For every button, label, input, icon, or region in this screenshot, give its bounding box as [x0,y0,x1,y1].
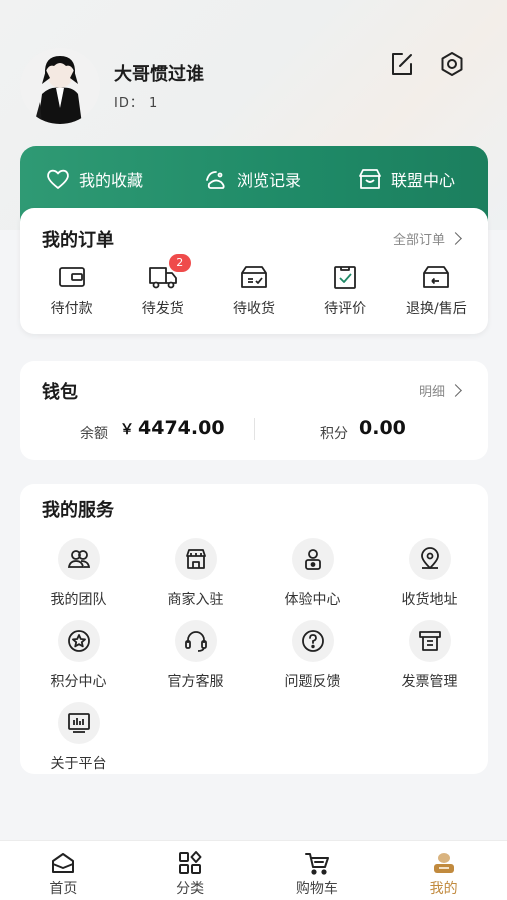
order-pending-shipment[interactable]: 2 待发货 [123,254,203,318]
tab-home[interactable]: 首页 [0,841,127,900]
points-value[interactable]: 0.00 [359,417,406,439]
wallet-detail-link[interactable]: 明细 [418,381,462,400]
chevron-right-icon [449,232,462,245]
orders-card: 我的订单 全部订单 待付款 2 待发货 待收货 待评价 退换/售后 [20,208,488,334]
favorites-label: 我的收藏 [79,171,144,190]
question-icon [291,620,334,662]
person-badge-icon [291,538,334,580]
order-pending-receipt[interactable]: 待收货 [214,264,294,318]
store-icon [359,169,381,189]
category-icon [179,851,202,874]
footprints-icon [206,171,225,189]
service-points[interactable]: 积分中心 [20,620,137,691]
team-icon [57,538,100,580]
service-address[interactable]: 收货地址 [371,538,488,609]
tab-category[interactable]: 分类 [127,841,254,900]
service-label: 关于平台 [50,756,107,772]
history-link[interactable]: 浏览记录 [203,166,301,192]
balance-value[interactable]: ￥ 4474.00 [120,417,225,439]
favorites-link[interactable]: 我的收藏 [45,166,143,192]
wallet-detail-label: 明细 [418,385,445,400]
service-about[interactable]: 关于平台 [20,702,137,773]
service-label: 问题反馈 [284,674,341,690]
box-icon [241,266,267,288]
services-title: 我的服务 [42,500,114,521]
alliance-label: 联盟中心 [391,171,456,190]
service-feedback[interactable]: 问题反馈 [254,620,371,691]
service-label: 积分中心 [50,674,107,690]
points-label: 积分 [320,426,348,442]
order-label: 待评价 [324,301,367,317]
services-card: 我的服务 我的团队 商家入驻 体验中心 收货地址 积分中心 官方客服 问题反馈 … [20,484,488,774]
headset-icon [174,620,217,662]
order-label: 待付款 [50,301,93,317]
order-label: 待发货 [141,301,184,317]
order-pending-payment[interactable]: 待付款 [32,264,112,318]
wallet-title: 钱包 [42,382,78,403]
pending-shipment-badge: 2 [168,254,191,272]
shop-icon [174,538,217,580]
order-label: 待收货 [232,301,275,317]
tab-cart[interactable]: 购物车 [254,841,381,900]
service-label: 商家入驻 [167,592,224,608]
service-merchant[interactable]: 商家入驻 [137,538,254,609]
home-icon [52,853,75,873]
all-orders-label: 全部订单 [392,233,445,248]
profile-header: 大哥惯过谁 ID： 1 [20,46,487,126]
wallet-icon [58,267,85,287]
service-team[interactable]: 我的团队 [20,538,137,609]
username: 大哥惯过谁 [114,64,204,85]
service-label: 官方客服 [167,674,224,690]
all-orders-link[interactable]: 全部订单 [392,229,462,248]
wallet-card: 钱包 明细 余额 ￥ 4474.00 积分 0.00 [20,361,488,460]
chevron-right-icon [449,384,462,397]
balance-label: 余额 [80,426,108,442]
tab-label: 分类 [176,881,205,897]
tab-profile[interactable]: 我的 [380,841,507,900]
service-support[interactable]: 官方客服 [137,620,254,691]
profile-icon [433,853,454,873]
order-after-sales[interactable]: 退换/售后 [396,264,476,318]
alliance-link[interactable]: 联盟中心 [357,166,455,192]
tab-label: 购物车 [295,881,338,897]
clipboard-check-icon [334,266,357,289]
tab-label: 我的 [429,881,458,897]
cart-icon [304,853,329,875]
wallet-values: 余额 ￥ 4474.00 积分 0.00 [20,417,488,443]
orders-title: 我的订单 [42,230,114,251]
service-label: 收货地址 [401,592,458,608]
balance-amount: 4474.00 [138,417,225,439]
star-medal-icon [57,620,100,662]
service-invoice[interactable]: 发票管理 [371,620,488,691]
order-label: 退换/售后 [405,301,467,317]
wallet-divider [254,418,255,440]
monitor-chart-icon [57,702,100,744]
gear-icon[interactable] [438,50,466,78]
edit-icon[interactable] [388,50,416,78]
tab-label: 首页 [49,881,78,897]
history-label: 浏览记录 [237,171,302,190]
service-label: 我的团队 [50,592,107,608]
invoice-icon [408,620,451,662]
avatar[interactable] [20,48,100,124]
order-status-row: 待付款 2 待发货 待收货 待评价 退换/售后 [20,254,488,318]
currency-symbol: ￥ [120,422,134,438]
service-label: 发票管理 [401,674,458,690]
service-label: 体验中心 [284,592,341,608]
location-icon [408,538,451,580]
return-box-icon [423,266,450,288]
heart-icon [47,169,69,189]
service-experience[interactable]: 体验中心 [254,538,371,609]
bottom-tab-bar: 首页 分类 购物车 我的 [0,840,507,900]
user-id: ID： 1 [114,96,159,111]
order-pending-review[interactable]: 待评价 [305,264,385,318]
